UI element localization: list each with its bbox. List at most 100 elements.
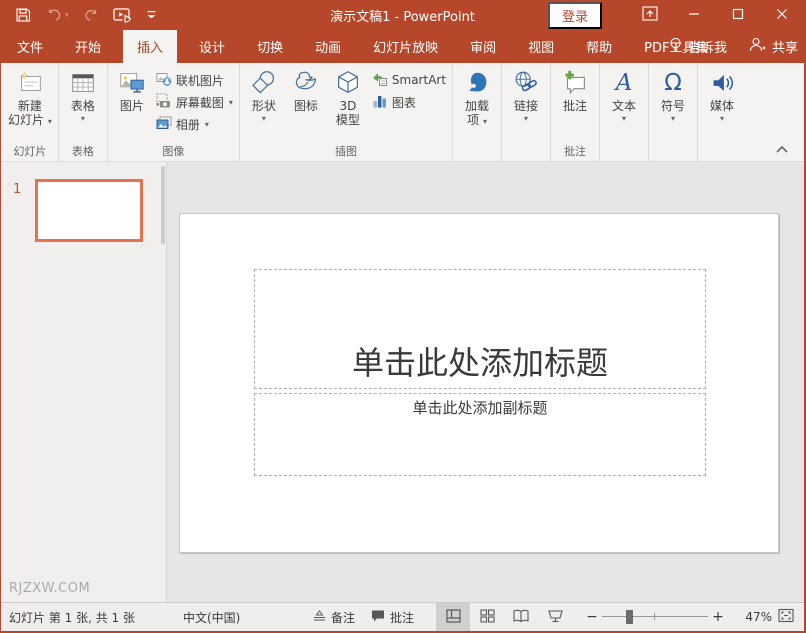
online-pictures-icon [156,71,172,90]
3d-models-button[interactable]: 3D 模型 [327,64,369,127]
group-tables: 表格 ▾ 表格 [59,63,108,161]
slide-sorter-icon [479,608,495,626]
dropdown-arrow-icon: ▾ [261,114,266,123]
zoom-out-button[interactable]: − [582,609,602,625]
dropdown-arrow-icon: ▾ [80,114,85,123]
icons-button[interactable]: 图标 [285,64,327,113]
dropdown-arrow-icon: ▾ [47,117,52,126]
slideshow-view-button[interactable] [538,603,572,631]
tab-review[interactable]: 审阅 [456,30,510,63]
zoom-control: − + 47% [582,603,794,631]
save-button[interactable] [15,5,31,25]
slide-thumbnail[interactable] [35,179,143,242]
text-button[interactable]: A 文本 ▾ [603,64,645,123]
add-ins-button[interactable]: 加载 项 ▾ [456,64,498,127]
tab-transitions[interactable]: 切换 [243,30,297,63]
group-text: A 文本 ▾ [600,63,650,161]
media-button[interactable]: 媒体 ▾ [701,64,743,123]
slide-canvas: 单击此处添加标题 单击此处添加副标题 [168,162,804,602]
picture-icon [117,68,147,98]
panel-scrollbar[interactable] [161,166,165,244]
fit-slide-to-window-button[interactable] [778,608,794,626]
table-icon [68,68,98,98]
group-images: 图片 联机图片 屏幕截图 ▾ 相册 ▾ 图像 [108,63,240,161]
add-ins-icon [462,68,492,98]
group-media: 媒体 ▾ [698,63,746,161]
language-indicator[interactable]: 中文(中国) [183,609,240,626]
maximize-button[interactable] [716,0,760,30]
duck-icon [291,68,321,98]
zoom-in-button[interactable]: + [708,609,728,625]
tab-animations[interactable]: 动画 [301,30,355,63]
ribbon-display-options-icon [642,6,658,24]
reading-view-icon [513,609,529,626]
comment-icon [560,68,590,98]
close-icon [776,8,788,23]
ribbon-tab-bar: 文件 开始 插入 设计 切换 动画 幻灯片放映 审阅 视图 帮助 PDF工具集 … [1,30,804,63]
ribbon-display-options-button[interactable] [628,0,672,30]
tab-slideshow[interactable]: 幻灯片放映 [359,30,452,63]
picture-button[interactable]: 图片 [111,64,153,113]
new-comment-button[interactable]: 批注 [554,64,596,113]
comments-toggle[interactable]: 批注 [363,603,422,631]
link-button[interactable]: 链接 ▾ [505,64,547,123]
tab-insert[interactable]: 插入 [123,30,178,63]
normal-view-button[interactable] [436,603,470,631]
group-symbols: Ω 符号 ▾ [649,63,699,161]
share-button[interactable]: 共享 [749,37,798,56]
notes-toggle[interactable]: 备注 [305,603,363,631]
dropdown-arrow-icon: ▾ [228,97,233,107]
chart-button[interactable]: 图表 [369,91,449,113]
group-slides: 新建 幻灯片 ▾ 幻灯片 [2,63,59,161]
minimize-button[interactable] [672,0,716,30]
sign-in-button[interactable]: 登录 [547,1,602,29]
slide-sorter-view-button[interactable] [470,603,504,631]
status-bar: 幻灯片 第 1 张, 共 1 张 中文(中国) 备注 批注 − + 47% [1,602,804,631]
tab-home[interactable]: 开始 [61,30,115,63]
group-label-symbols [652,145,694,161]
group-label-comments: 批注 [564,145,587,158]
speaker-icon [707,68,737,98]
normal-view-icon [445,608,461,626]
zoom-slider-handle[interactable] [626,610,633,624]
shapes-button[interactable]: 形状 ▾ [243,64,285,123]
photo-album-button[interactable]: 相册 ▾ [153,113,236,135]
screenshot-button[interactable]: 屏幕截图 ▾ [153,91,236,113]
notes-icon [313,609,326,625]
letter-a-icon: A [615,69,633,96]
lightbulb-icon [669,37,682,57]
new-slide-button[interactable]: 新建 幻灯片 ▾ [5,64,55,127]
undo-button[interactable]: ▾ [45,5,69,25]
smartart-button[interactable]: SmartArt [369,69,449,91]
close-button[interactable] [760,0,804,30]
zoom-slider[interactable] [602,603,708,631]
tab-view[interactable]: 视图 [514,30,568,63]
title-placeholder[interactable]: 单击此处添加标题 [254,269,706,389]
subtitle-placeholder[interactable]: 单击此处添加副标题 [254,393,706,476]
slide-editing-area[interactable]: 单击此处添加标题 单击此处添加副标题 [179,213,779,553]
tab-help[interactable]: 帮助 [572,30,626,63]
powerpoint-window: ▾ 演示文稿1 - PowerPoint 登录 文件 开始 插入 设计 切换 动… [0,0,806,633]
symbol-button[interactable]: Ω 符号 ▾ [652,64,694,123]
zoom-percentage[interactable]: 47% [732,610,772,624]
group-label-illustrations: 插图 [334,145,357,158]
new-slide-icon [15,68,45,98]
collapse-ribbon-button[interactable] [776,142,788,156]
start-slideshow-button[interactable] [112,5,133,25]
tab-file[interactable]: 文件 [3,30,57,63]
table-button[interactable]: 表格 ▾ [62,64,104,123]
title-placeholder-text: 单击此处添加标题 [351,344,608,382]
reading-view-button[interactable] [504,603,538,631]
save-icon [15,7,31,23]
redo-button[interactable] [83,5,99,25]
customize-qat-button[interactable] [147,5,156,25]
comment-bubble-icon [371,609,385,625]
tell-me-button[interactable]: 告诉我 [669,37,727,57]
online-pictures-button[interactable]: 联机图片 [153,69,236,91]
dropdown-arrow-icon: ▾ [622,114,627,123]
dropdown-arrow-icon: ▾ [720,114,725,123]
link-globe-icon [511,68,541,98]
ribbon-insert: 新建 幻灯片 ▾ 幻灯片 表格 ▾ 表格 图片 联机图片 屏幕截图 ▾ 相册 ▾… [1,63,804,162]
tab-design[interactable]: 设计 [185,30,239,63]
slide-counter: 幻灯片 第 1 张, 共 1 张 [9,610,135,625]
